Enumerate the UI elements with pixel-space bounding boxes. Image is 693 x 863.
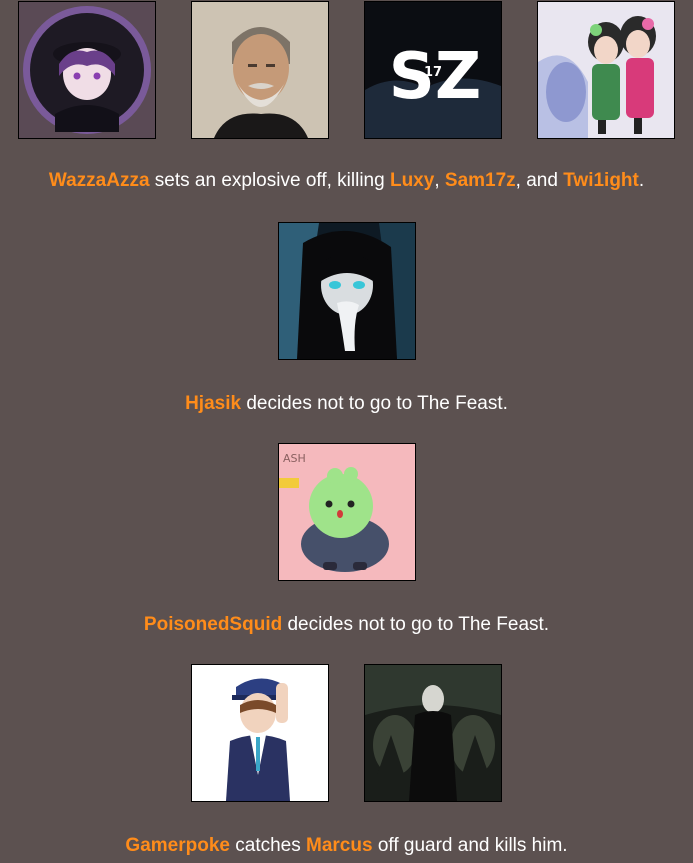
event-text: , and <box>515 170 564 191</box>
event-text: sets an explosive off, killing <box>149 170 390 191</box>
anime-character-portrait-icon <box>19 2 155 138</box>
avatar-gamerpoke <box>191 664 329 802</box>
event-4-text: Gamerpoke catches Marcus off guard and k… <box>0 835 693 857</box>
avatar-marcus <box>364 664 502 802</box>
green-cartoon-creature-icon: ASH <box>278 444 415 580</box>
avatar-poisonedsquid: ASH <box>277 443 416 581</box>
sign-text: ASH <box>283 452 306 465</box>
event-1-text: WazzaAzza sets an explosive off, killing… <box>0 170 693 192</box>
event-4-avatars <box>0 664 693 802</box>
tribute-name: Luxy <box>389 170 435 191</box>
event-text: decides not to go to The Feast. <box>241 393 508 414</box>
dark-haired-anime-girl-icon <box>278 223 415 359</box>
avatar-sam17z: SZ 17 <box>364 1 502 139</box>
event-1-avatars: SZ 17 <box>0 1 693 139</box>
sz-logo-icon: SZ 17 <box>365 2 501 138</box>
event-3-text: PoisonedSquid decides not to go to The F… <box>0 614 693 636</box>
tribute-name: Hjasik <box>185 393 242 414</box>
event-text: catches <box>229 835 307 856</box>
dark-figure-with-horses-icon <box>365 665 501 801</box>
anime-girls-artwork-icon <box>538 2 674 138</box>
event-2-text: Hjasik decides not to go to The Feast. <box>0 393 693 415</box>
event-text: decides not to go to The Feast. <box>282 614 550 635</box>
tribute-name: Gamerpoke <box>125 835 230 856</box>
sz-logo-number: 17 <box>424 65 442 80</box>
event-text: off guard and kills him. <box>372 835 568 856</box>
event-2: Hjasik decides not to go to The Feast. <box>0 222 693 414</box>
uniformed-anime-boy-icon <box>192 665 328 801</box>
tribute-name: Marcus <box>306 835 373 856</box>
avatar-hjasik <box>277 222 416 360</box>
event-text: . <box>638 170 645 191</box>
event-3: ASH PoisonedSquid decides not to go to T… <box>0 443 693 635</box>
event-4: Gamerpoke catches Marcus off guard and k… <box>0 664 693 856</box>
event-text: , <box>434 170 445 191</box>
tribute-name: Twi1ight <box>563 170 639 191</box>
avatar-twi1ight <box>537 1 675 139</box>
tribute-name: WazzaAzza <box>48 170 150 191</box>
event-1: SZ 17 WazzaAzza sets an explosive off, k… <box>0 1 693 191</box>
avatar-wazzaazza <box>18 1 156 139</box>
event-3-avatars: ASH <box>0 443 693 581</box>
avatar-luxy <box>191 1 329 139</box>
event-2-avatars <box>0 222 693 360</box>
tribute-name: Sam17z <box>444 170 516 191</box>
bearded-man-portrait-icon <box>192 2 328 138</box>
tribute-name: PoisonedSquid <box>143 614 283 635</box>
